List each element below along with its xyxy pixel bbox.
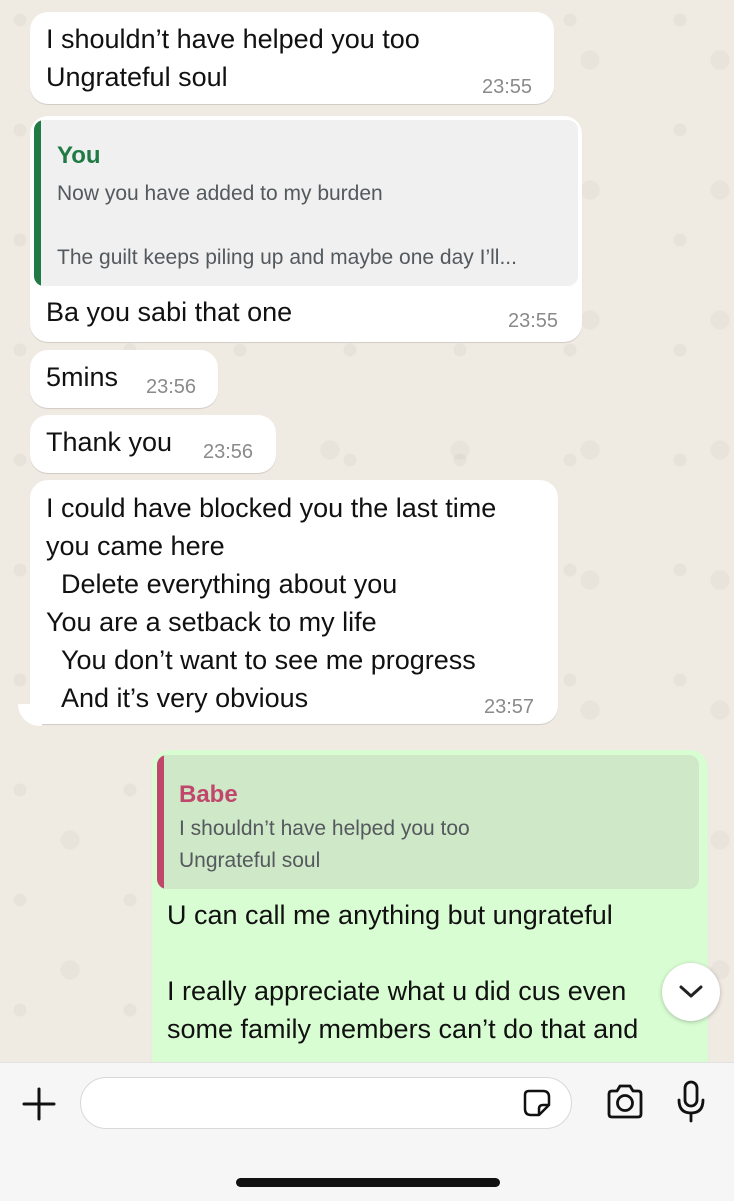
microphone-icon xyxy=(677,1080,705,1123)
message-text: I shouldn’t have helped you too Ungratef… xyxy=(46,24,420,92)
message-time: 23:56 xyxy=(203,441,254,463)
camera-button[interactable] xyxy=(604,1083,646,1121)
quote-sender: Babe xyxy=(179,781,238,808)
message-bubble[interactable]: 5mins 23:56 xyxy=(30,350,218,408)
bubble-tail xyxy=(18,704,42,726)
message-time: 23:55 xyxy=(508,310,559,332)
message-text: U can call me anything but ungrateful I … xyxy=(167,900,639,1044)
message-time: 23:56 xyxy=(146,376,197,398)
camera-icon xyxy=(607,1084,643,1119)
message-bubble[interactable]: You Now you have added to my burden The … xyxy=(30,116,582,342)
message-bubble[interactable]: I shouldn’t have helped you too Ungratef… xyxy=(30,12,554,104)
add-attachment-button[interactable] xyxy=(20,1085,58,1123)
composer-bar xyxy=(0,1062,734,1201)
message-text: Thank you xyxy=(46,427,173,457)
message-input[interactable] xyxy=(80,1077,572,1129)
message-bubble[interactable]: I could have blocked you the last time y… xyxy=(30,480,558,724)
quote-text: I shouldn’t have helped you too Ungratef… xyxy=(179,817,470,872)
home-indicator xyxy=(236,1178,500,1187)
message-time: 23:55 xyxy=(482,76,533,98)
scroll-to-bottom-button[interactable] xyxy=(662,963,720,1021)
chevron-down-icon xyxy=(679,985,703,998)
reply-quote[interactable]: Babe I shouldn’t have helped you too Ung… xyxy=(157,755,699,889)
sticker-button[interactable] xyxy=(521,1087,553,1119)
voice-message-button[interactable] xyxy=(674,1079,708,1125)
quote-accent-bar xyxy=(34,120,41,286)
message-time: 23:57 xyxy=(484,696,535,718)
reply-quote[interactable]: You Now you have added to my burden The … xyxy=(34,120,578,286)
quote-accent-bar xyxy=(157,755,164,889)
quote-sender: You xyxy=(57,142,101,169)
quote-text: Now you have added to my burden The guil… xyxy=(57,182,517,269)
message-bubble[interactable]: Thank you 23:56 xyxy=(30,415,276,473)
message-bubble-outgoing[interactable]: Babe I shouldn’t have helped you too Ung… xyxy=(152,750,708,1062)
sticker-icon xyxy=(523,1089,551,1117)
message-text: 5mins xyxy=(46,362,119,392)
plus-icon xyxy=(22,1087,56,1121)
chat-area[interactable]: I shouldn’t have helped you too Ungratef… xyxy=(0,0,734,1062)
message-text: I could have blocked you the last time y… xyxy=(46,493,497,713)
message-text: Ba you sabi that one xyxy=(46,297,293,327)
